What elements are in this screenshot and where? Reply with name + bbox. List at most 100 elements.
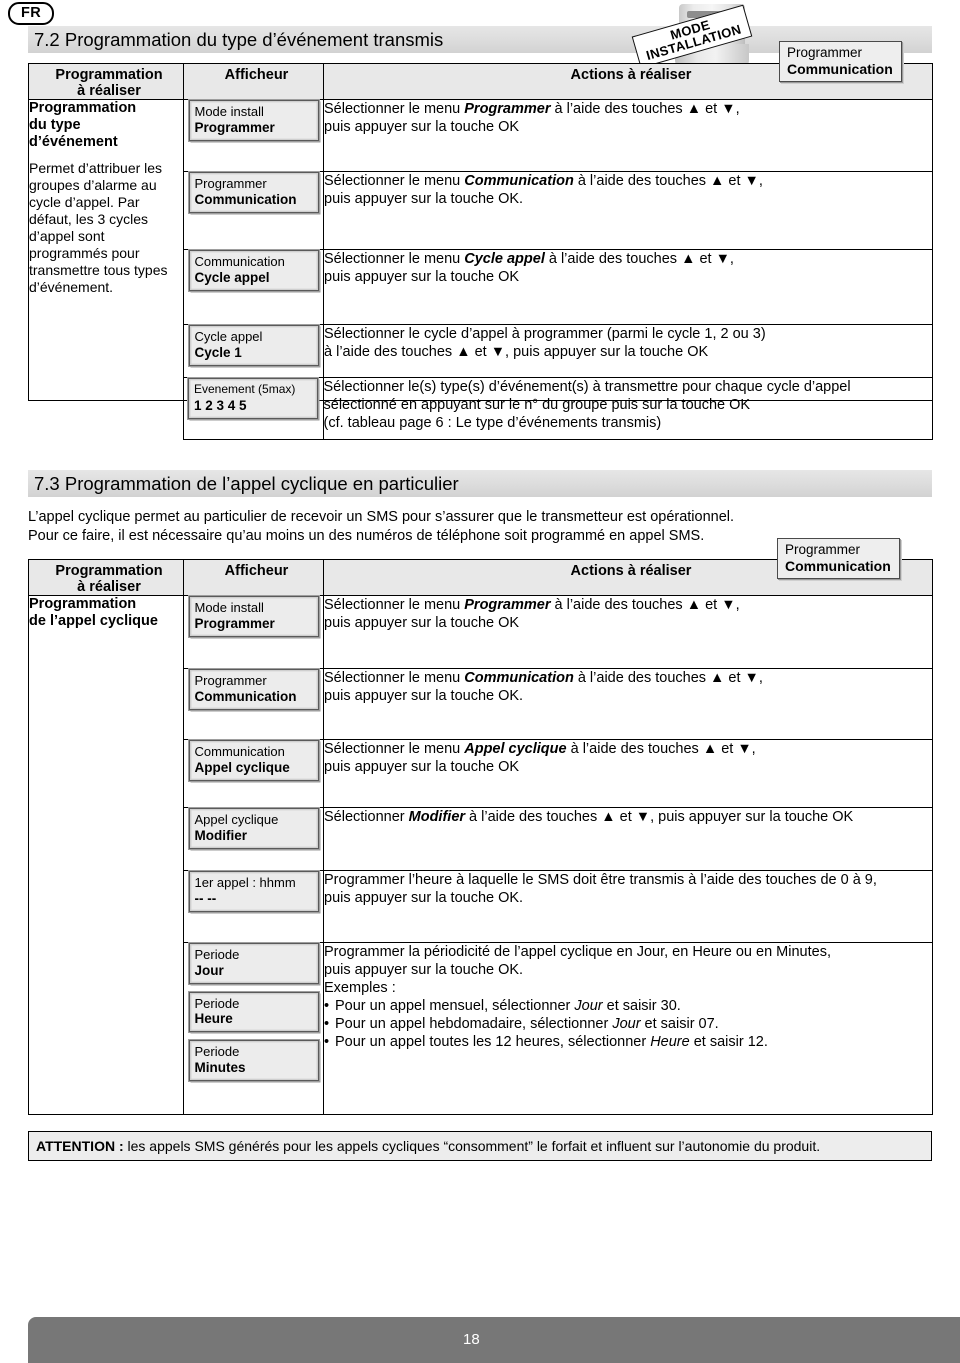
lcd-box-communication-appel-cyclique: Communication Appel cyclique [187,739,320,782]
table-72-event-action-cell: Sélectionner le(s) type(s) d’événement(s… [322,377,933,440]
lcd-line-2: Communication [194,191,297,207]
action-73-4-post: à l’aide des touches ▲ et ▼, puis appuye… [465,809,854,825]
table-73-action-cell-periode: Programmer la périodicité de l’appel cyc… [323,942,933,1115]
action-72-1-line2: puis appuyer sur la touche OK [324,119,520,135]
lcd-box-communication-cycle-appel: Communication Cycle appel [187,249,320,292]
table-72: Programmation à réaliser Afficheur Action… [28,63,933,401]
section-title-72: 7.2 Programmation du type d’événement tr… [34,29,444,50]
lcd-line-1: 1er appel : hhmm [194,875,296,890]
lcd-box-periode-jour: Periode Jour [187,942,320,985]
lcd-line-2: Programmer [194,615,275,631]
action-73-1-post: à l’aide des touches ▲ et ▼, [550,597,740,613]
action-72-3-pre: Sélectionner le menu [324,251,465,267]
table-72-action-cell-1: Sélectionner le menu Programmer à l’aide… [323,99,933,172]
table-73-display-cell-5: 1er appel : hhmm -- -- [183,870,324,943]
lcd-line-1: Mode install [194,104,264,119]
table-73-header-col1: Programmation à réaliser [28,559,184,596]
desc-73-title-line1: Programmation [29,596,137,612]
action-73-4-em: Modifier [408,809,466,825]
table-73-action-cell-1: Sélectionner le menu Programmer à l’aide… [323,595,933,669]
action-72-3-post: à l’aide des touches ▲ et ▼, [544,251,734,267]
action-72-2-em: Communication [464,173,574,189]
header-73-col1-line1: Programmation [55,563,163,579]
action-72-3-line2: puis appuyer sur la touche OK [324,269,520,285]
action-72-event-line3: (cf. tableau page 6 : Le type d’événemen… [323,415,662,431]
bullet-3-em: Heure [650,1034,690,1050]
lcd-line-2: Modifier [194,827,248,843]
lcd-line-2: 1 2 3 4 5 [194,397,247,413]
lcd-box-periode-minutes: Periode Minutes [187,1039,320,1082]
action-72-2-line2: puis appuyer sur la touche OK. [324,191,524,207]
action-72-event-line2: sélectionné en appuyant sur le n° du gro… [323,397,751,413]
lcd-line-2: Appel cyclique [194,759,290,775]
table-73-action-cell-2: Sélectionner le menu Communication à l’a… [323,668,933,740]
action-72-1-pre: Sélectionner le menu [324,101,465,117]
lcd-line-1: Mode install [194,600,264,615]
action-73-1-line2: puis appuyer sur la touche OK [324,615,520,631]
table-73-display-cell-3: Communication Appel cyclique [183,739,324,808]
bullet-2-post: et saisir 07. [640,1016,719,1032]
table-73-display-cell-periode: Periode Jour Periode Heure Periode Minut… [183,942,324,1115]
desc-72-title-line2: du type [29,117,81,133]
table-72-description-cell: Programmation du type d’événement Permet… [28,99,184,401]
lcd-box-premier-appel: 1er appel : hhmm -- -- [187,870,320,913]
callout-mid-line-2: Communication [785,558,891,574]
page-number: 18 [463,1331,480,1348]
lcd-box-appel-cyclique-modifier: Appel cyclique Modifier [187,807,320,850]
lcd-box-programmer-communication: Programmer Communication [187,171,320,214]
lcd-line-1: Programmer [194,673,267,688]
table-73-action-cell-4: Sélectionner Modifier à l’aide des touch… [323,807,933,871]
lcd-box-install-programmer: Mode install Programmer [187,99,320,142]
lcd-line-2: Cycle appel [194,269,270,285]
lcd-line-1: Communication [194,254,285,269]
bullet-2-em: Jour [612,1016,641,1032]
desc-72-title-line3: d’événement [29,134,118,150]
action-73-3-em: Appel cyclique [464,741,567,757]
desc-73-title-line2: de l’appel cyclique [29,613,158,629]
callout-lcd-top: Programmer Communication [779,41,902,82]
action-73-5-line2: puis appuyer sur la touche OK. [324,890,524,906]
lcd-line-2: Jour [194,962,224,978]
attention-notice: ATTENTION : les appels SMS générés pour … [28,1131,932,1161]
action-73-3-post: à l’aide des touches ▲ et ▼, [566,741,756,757]
lcd-box-periode-heure: Periode Heure [187,990,320,1033]
lcd-line-1: Communication [194,744,285,759]
lcd-box-programmer-communication: Programmer Communication [187,668,320,711]
bullet-1-post: et saisir 30. [602,998,681,1014]
action-72-2-post: à l’aide des touches ▲ et ▼, [573,173,763,189]
action-72-4-line2: à l’aide des touches ▲ et ▼, puis appuye… [324,344,709,360]
table-72-display-cell-1: Mode install Programmer [183,99,324,172]
language-badge: FR [8,2,54,25]
desc-72-title-line1: Programmation [29,100,137,116]
page-footer: 18 [28,1317,960,1363]
bullet-2-pre: Pour un appel hebdomadaire, sélectionner [335,1016,613,1032]
header-73-col1-line2: à réaliser [77,579,141,595]
action-73-periode-examples: Pour un appel mensuel, sélectionner Jour… [324,997,932,1051]
lcd-line-1: Evenement (5max) [194,382,296,396]
action-72-event-line1: Sélectionner le(s) type(s) d’événement(s… [323,379,851,395]
lcd-box-install-programmer: Mode install Programmer [187,595,320,638]
section-title-73: 7.3 Programmation de l’appel cyclique en… [34,473,459,494]
header-73-col2: Afficheur [224,563,289,579]
table-73: Programmation à réaliser Afficheur Action… [28,559,933,1115]
action-72-3-em: Cycle appel [464,251,545,267]
table-72-display-cell-2: Programmer Communication [183,171,324,250]
table-73-display-cell-1: Mode install Programmer [183,595,324,669]
list-item: Pour un appel toutes les 12 heures, séle… [324,1033,932,1051]
callout-top-line-1: Programmer [787,45,863,60]
table-73-display-cell-2: Programmer Communication [183,668,324,740]
attention-text: les appels SMS générés pour les appels c… [123,1137,821,1154]
lcd-line-2: Heure [194,1011,233,1026]
table-73-action-cell-3: Sélectionner le menu Appel cyclique à l’… [323,739,933,808]
action-73-2-post: à l’aide des touches ▲ et ▼, [573,670,763,686]
action-73-3-line2: puis appuyer sur la touche OK [324,759,520,775]
callout-top-line-2: Communication [787,61,893,77]
bullet-3-pre: Pour un appel toutes les 12 heures, séle… [335,1034,651,1050]
intro-line-2: Pour ce faire, il est nécessaire qu’au m… [28,528,705,544]
action-73-2-pre: Sélectionner le menu [324,670,465,686]
table-72-action-cell-2: Sélectionner le menu Communication à l’a… [323,171,933,250]
lcd-line-1: Periode [194,1044,240,1059]
lcd-line-1: Periode [194,995,240,1011]
table-73-display-cell-4: Appel cyclique Modifier [183,807,324,871]
table-73-action-cell-5: Programmer l’heure à laquelle le SMS doi… [323,870,933,943]
